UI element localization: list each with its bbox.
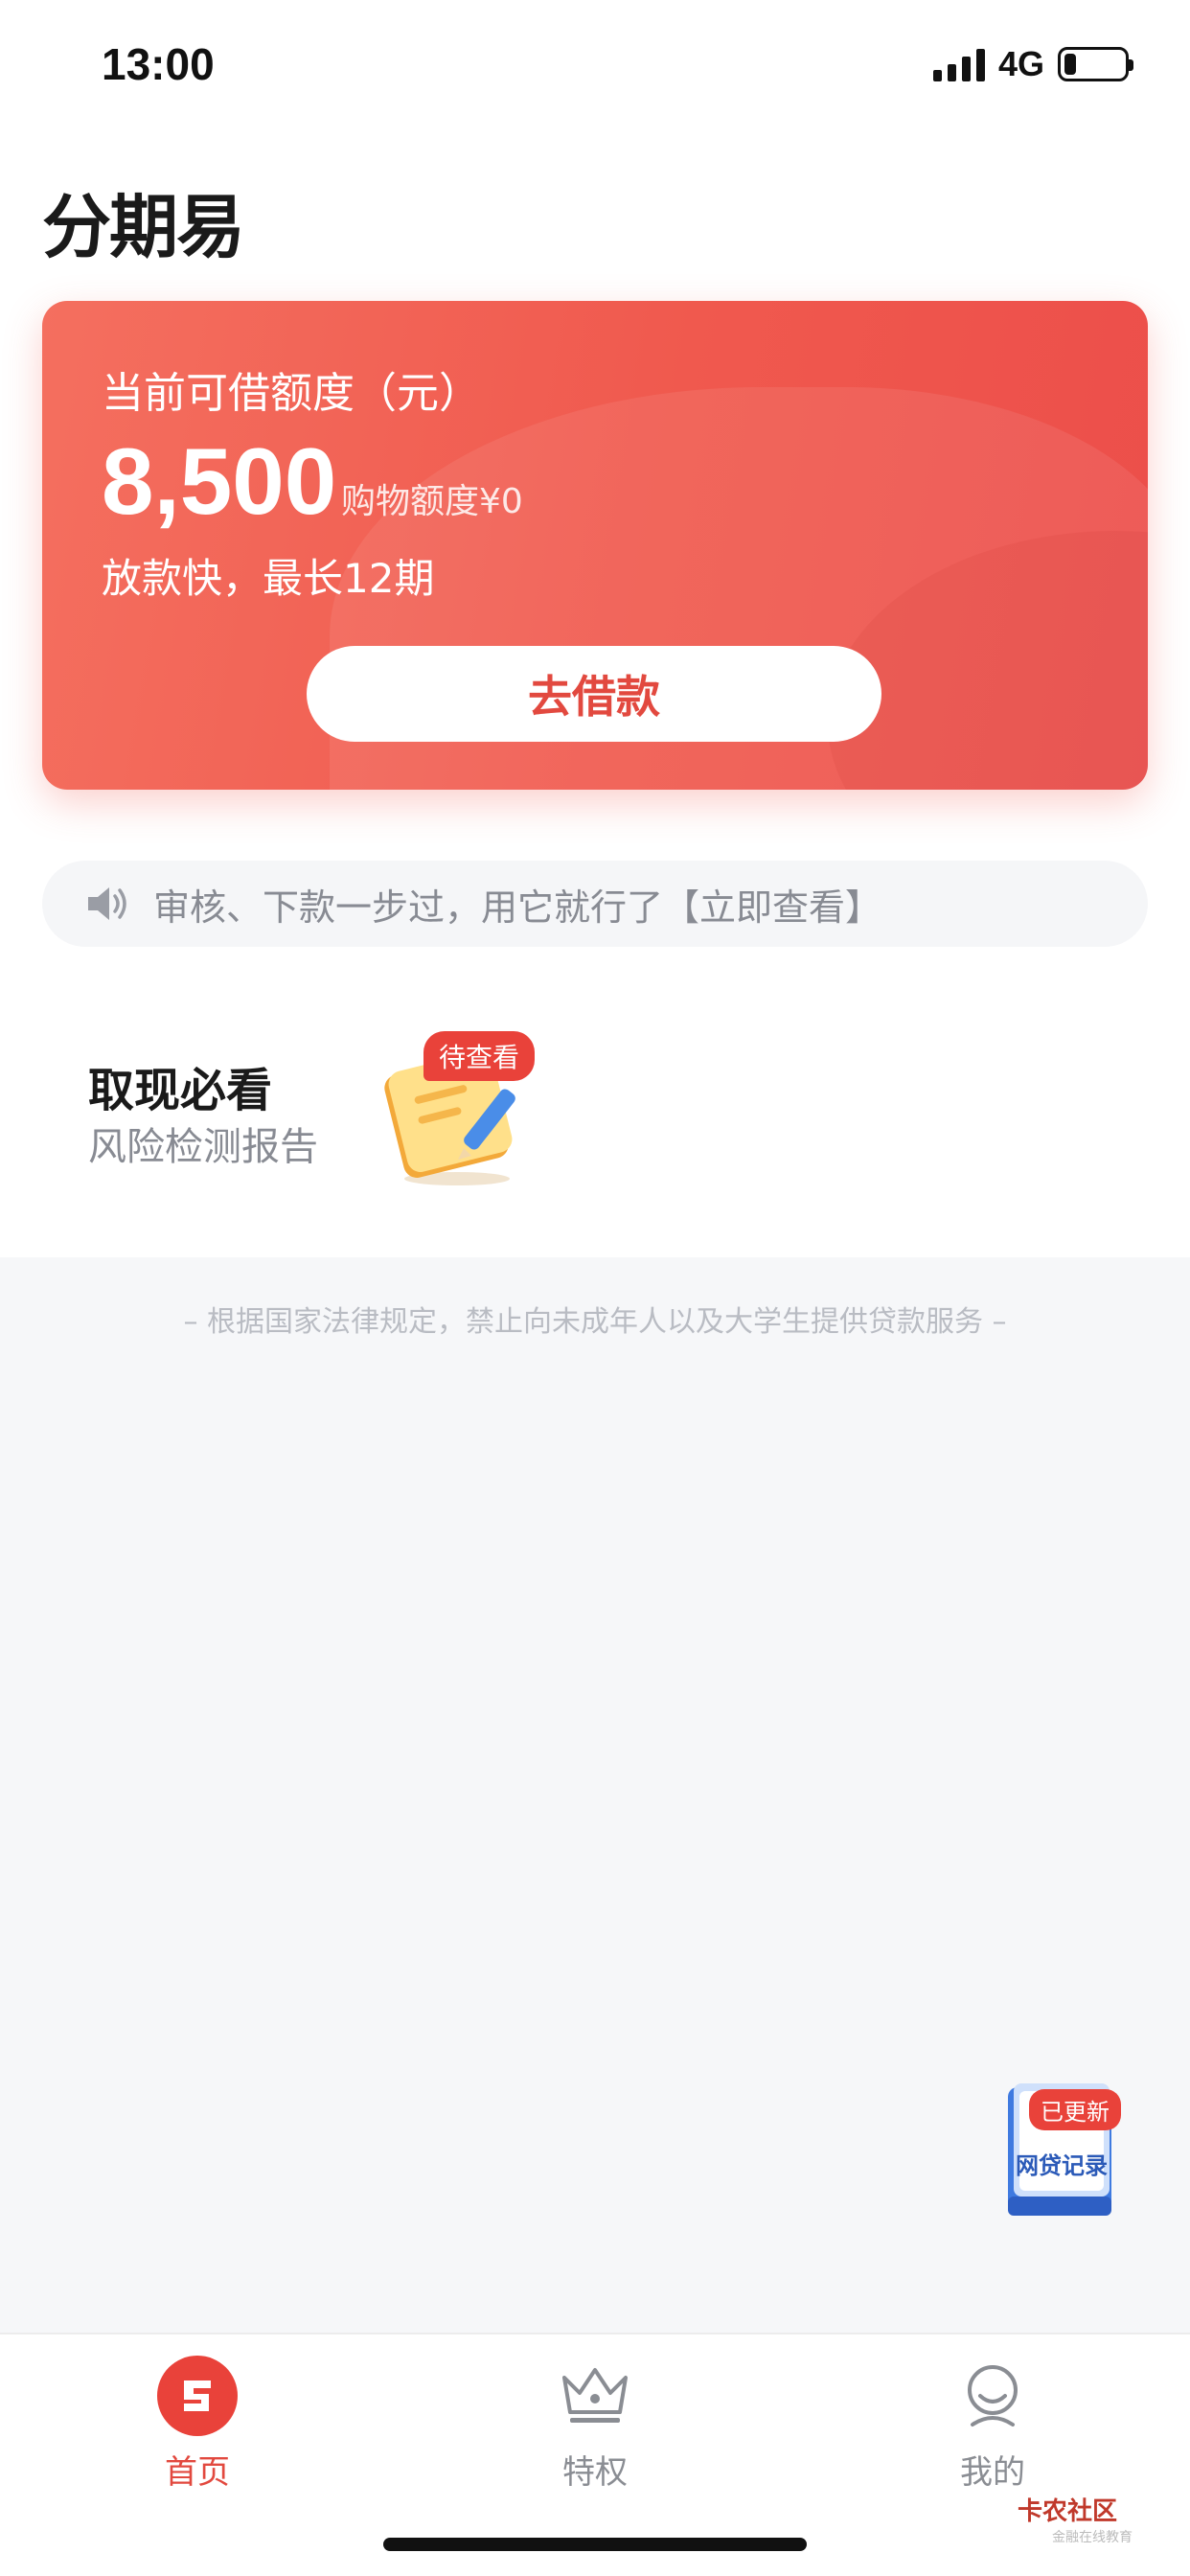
crown-icon xyxy=(553,2354,637,2438)
network-label: 4G xyxy=(997,44,1044,83)
battery-icon xyxy=(1058,47,1133,81)
tab-privilege-label: 特权 xyxy=(562,2453,628,2492)
borrow-button[interactable]: 去借款 xyxy=(307,646,881,742)
battery-level xyxy=(1064,54,1076,75)
watermark-sub: 金融在线教育 xyxy=(1052,2530,1133,2545)
watermark-text: 卡农社区 xyxy=(1018,2497,1118,2526)
community-watermark: 卡农社区 金融在线教育 xyxy=(1018,2492,1133,2546)
notice-bar[interactable]: 审核、下款一步过，用它就行了【立即查看】 xyxy=(42,861,1148,947)
app-logo: 分期易 xyxy=(42,187,245,267)
status-indicators: 4G xyxy=(932,44,1133,84)
feature-subtitle: 风险检测报告 xyxy=(88,1125,318,1169)
pending-badge: 待查看 xyxy=(423,1031,536,1081)
tab-home-label: 首页 xyxy=(165,2453,230,2492)
profile-icon xyxy=(950,2354,1035,2438)
speaker-icon xyxy=(88,887,126,920)
tab-mine[interactable]: 我的 xyxy=(897,2344,1088,2497)
loan-record-label: 网贷记录 xyxy=(1016,2152,1108,2179)
legal-notice: – 根据国家法律规定，禁止向未成年人以及大学生提供贷款服务 – xyxy=(183,1305,1007,1339)
home-indicator xyxy=(383,2538,807,2551)
signal-icon xyxy=(932,47,985,81)
feature-title: 取现必看 xyxy=(88,1064,273,1117)
credit-label: 当前可借额度（元） xyxy=(102,369,481,418)
tab-privilege[interactable]: 特权 xyxy=(499,2344,691,2497)
credit-subtitle: 放款快，最长12期 xyxy=(102,555,435,602)
home-icon xyxy=(155,2354,240,2438)
status-bar: 13:00 4G xyxy=(0,0,1190,134)
tab-home[interactable]: 首页 xyxy=(102,2344,293,2497)
credit-amount: 8,500 xyxy=(102,428,337,534)
status-time: 13:00 xyxy=(102,39,215,89)
updated-badge: 已更新 xyxy=(1029,2089,1121,2130)
notice-text: 审核、下款一步过，用它就行了【立即查看】 xyxy=(153,886,882,929)
tab-mine-label: 我的 xyxy=(960,2453,1025,2492)
shopping-quota: 购物额度¥0 xyxy=(341,482,523,521)
credit-card[interactable]: 当前可借额度（元） 8,500 购物额度¥0 放款快，最长12期 去借款 xyxy=(42,301,1148,790)
